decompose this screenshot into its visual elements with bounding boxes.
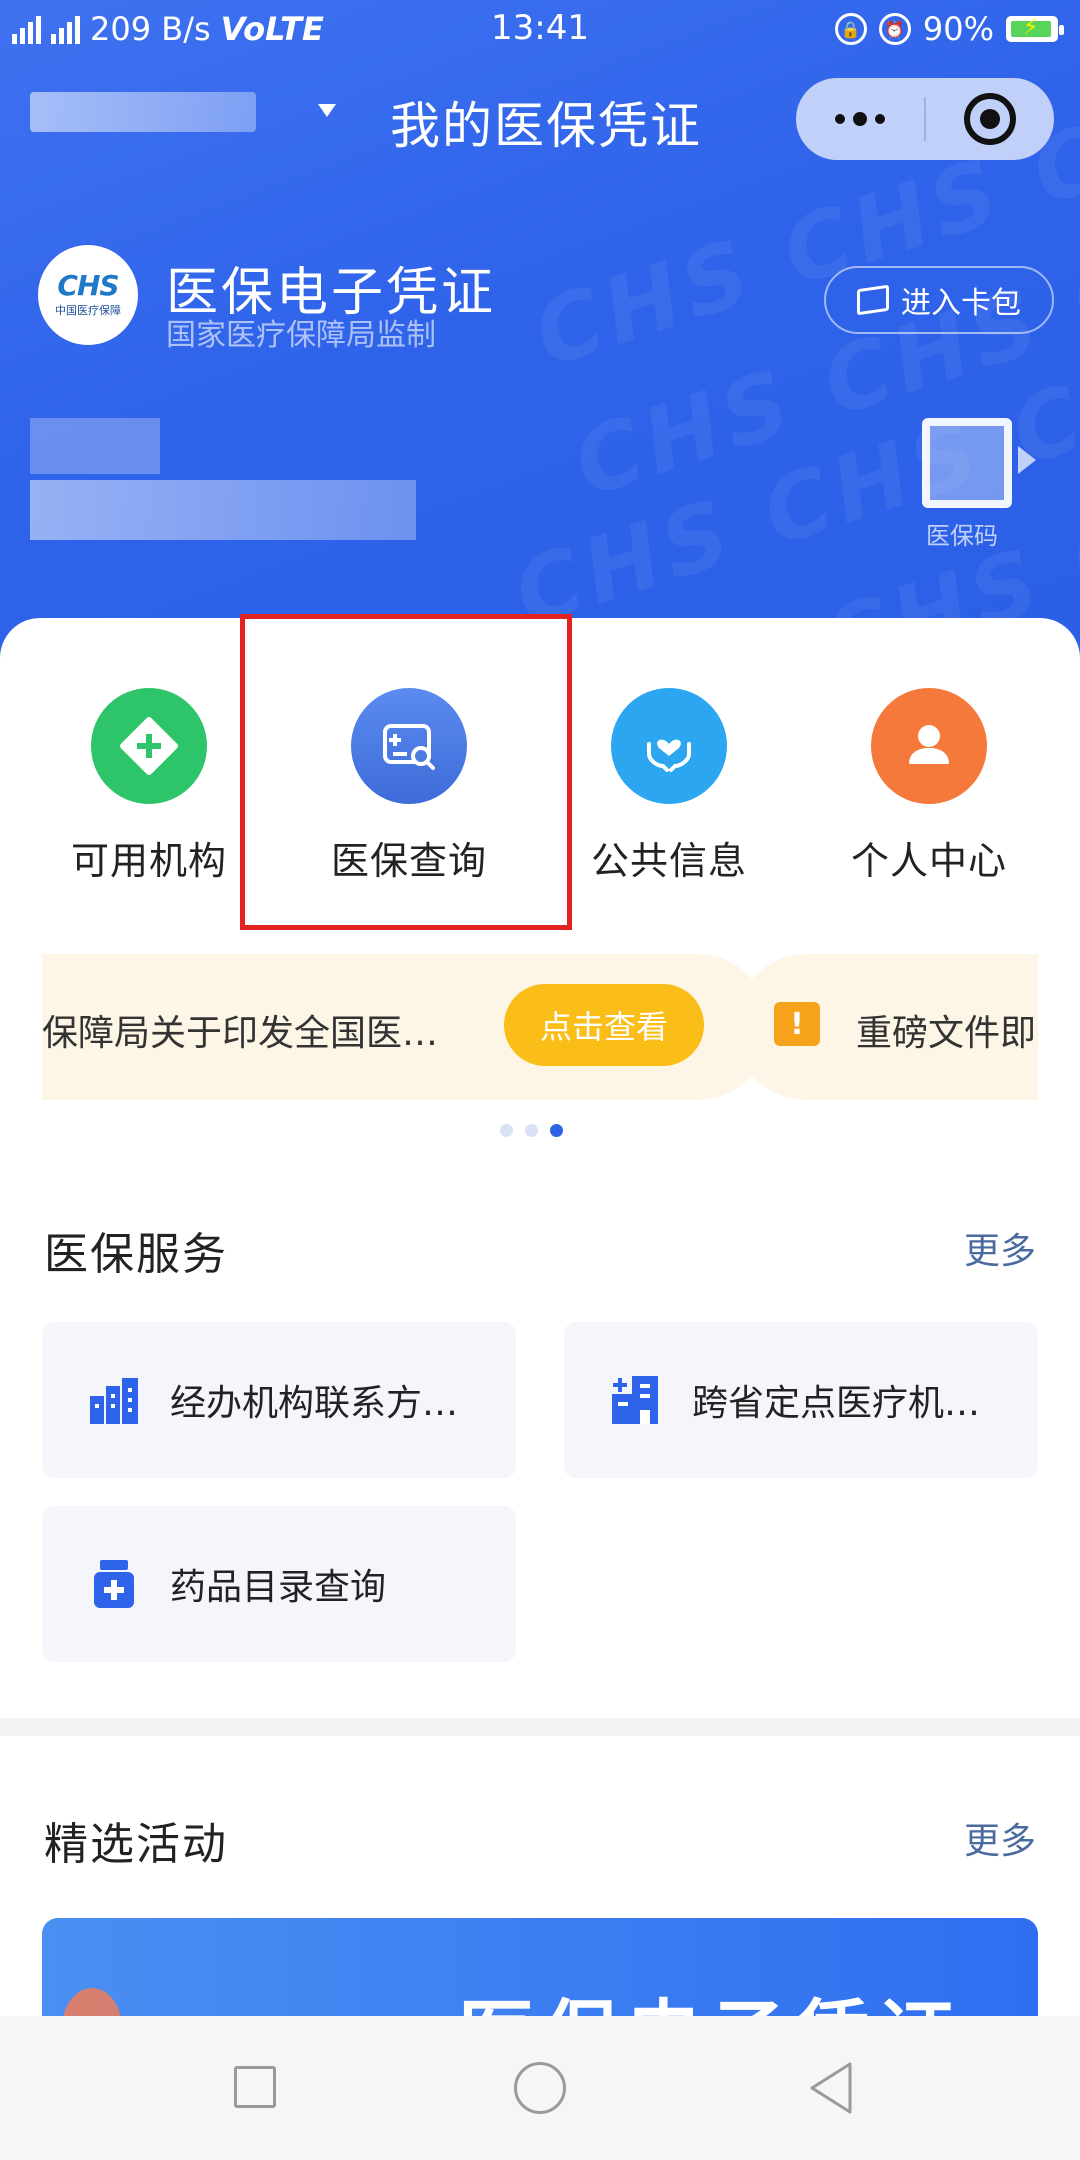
battery-percent: 90% — [922, 10, 994, 48]
heart-hands-icon — [611, 688, 727, 804]
notice-carousel[interactable]: 保障局关于印发全国医疗… 点击查看 ! 重磅文件即 — [42, 954, 1038, 1100]
activities-title: 精选活动 — [44, 1819, 228, 1870]
more-menu-button[interactable] — [796, 78, 924, 160]
user-id-blurred — [30, 480, 416, 540]
account-selector-blurred[interactable] — [30, 92, 256, 132]
user-name-blurred — [30, 418, 160, 474]
service-drug-catalog[interactable]: 药品目录查询 — [42, 1506, 516, 1662]
services-title: 医保服务 — [44, 1229, 228, 1280]
miniprogram-capsule — [796, 78, 1054, 160]
home-button[interactable] — [514, 2062, 566, 2114]
person-icon — [871, 688, 987, 804]
carousel-dot — [525, 1124, 538, 1137]
enter-wallet-button[interactable]: 进入卡包 — [824, 266, 1054, 334]
qr-code-icon[interactable] — [922, 418, 1012, 508]
recent-apps-button[interactable] — [234, 2066, 276, 2108]
plus-diamond-icon — [91, 688, 207, 804]
card-subtitle: 国家医疗保障局监制 — [166, 318, 436, 353]
notice-text-next: 重磅文件即 — [856, 1013, 1037, 1054]
carousel-dot — [500, 1124, 513, 1137]
qr-label: 医保码 — [926, 522, 998, 550]
caret-down-icon[interactable] — [318, 104, 336, 117]
hospital-icon — [608, 1372, 664, 1428]
highlight-box — [240, 614, 572, 930]
close-miniprogram-button[interactable] — [926, 93, 1054, 145]
section-divider — [0, 1718, 1080, 1736]
page-title: 我的医保凭证 — [390, 97, 702, 155]
system-nav-bar — [0, 2016, 1080, 2160]
alarm-icon: ⏰ — [878, 13, 911, 45]
carousel-indicator — [500, 1124, 563, 1137]
service-agency-contact[interactable]: 经办机构联系方… — [42, 1322, 516, 1478]
view-notice-button[interactable]: 点击查看 — [504, 984, 704, 1066]
chevron-right-icon[interactable] — [1018, 446, 1036, 474]
battery-icon: ⚡ — [1006, 15, 1064, 42]
status-bar: 209 B/s VoLTE 13:41 🔒 ⏰ 90% ⚡ — [0, 0, 1080, 56]
services-more-link[interactable]: 更多 — [964, 1222, 1036, 1274]
back-button[interactable] — [806, 2060, 856, 2116]
quick-action-available-institutions[interactable]: 可用机构 — [34, 688, 264, 885]
activities-more-link[interactable]: 更多 — [964, 1812, 1036, 1864]
carousel-dot-active — [550, 1124, 563, 1137]
notice-text: 保障局关于印发全国医疗… — [42, 1013, 472, 1054]
quick-action-personal-center[interactable]: 个人中心 — [814, 688, 1044, 885]
medicine-bottle-icon — [86, 1556, 142, 1612]
wallet-icon — [857, 284, 889, 316]
buildings-icon — [86, 1372, 142, 1428]
chs-logo: CHS 中国医疗保障 — [38, 245, 138, 345]
quick-action-public-info[interactable]: 公共信息 — [554, 688, 784, 885]
service-cross-province-hospitals[interactable]: 跨省定点医疗机… — [564, 1322, 1038, 1478]
target-icon — [964, 93, 1016, 145]
warning-icon: ! — [774, 1002, 820, 1046]
lock-rotation-icon: 🔒 — [834, 13, 867, 45]
